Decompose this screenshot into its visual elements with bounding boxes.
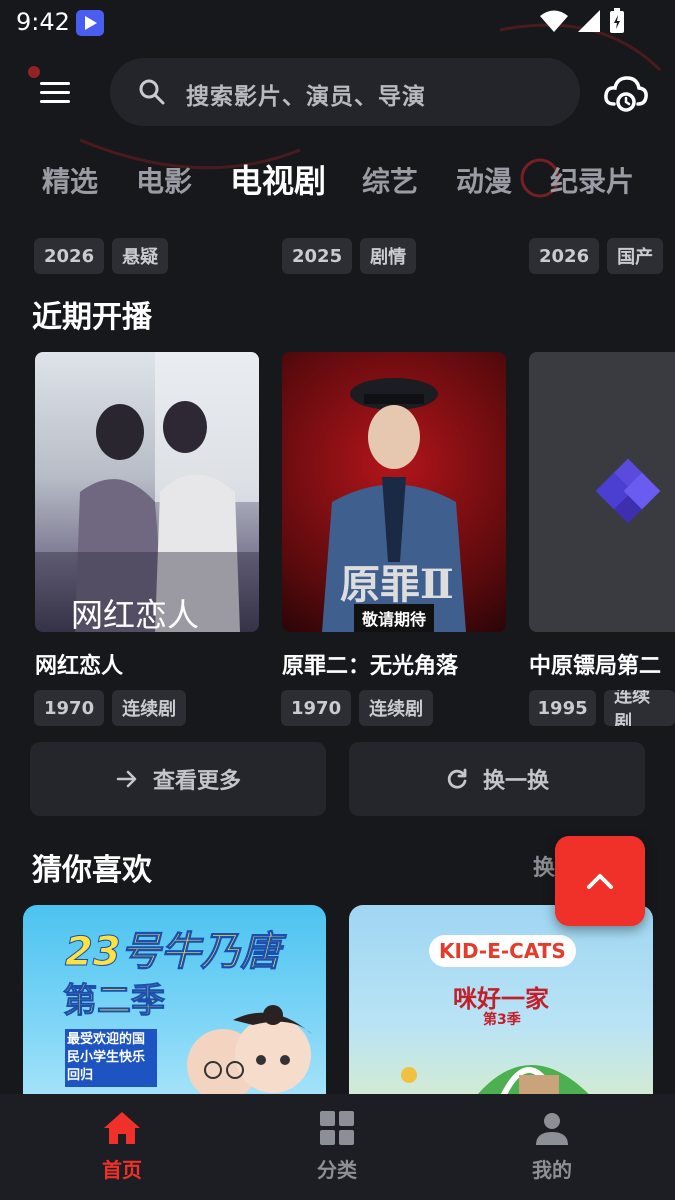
poster-title: KID-E-CATS <box>429 935 576 967</box>
battery-icon <box>610 8 624 33</box>
clipped-card-tags: 2026 国产 <box>529 238 664 274</box>
app-notification-icon <box>76 10 104 36</box>
tab-variety[interactable]: 综艺 <box>362 160 418 200</box>
refresh-label: 换一换 <box>482 769 549 794</box>
poster-subtitle: 第二季 <box>63 981 166 1022</box>
poster-image <box>401 1065 599 1105</box>
search-placeholder: 搜索影片、演员、导演 <box>186 84 426 110</box>
poster-caption: 网红恋人 <box>71 596 200 632</box>
nav-profile-label: 我的 <box>532 1158 572 1182</box>
view-more-label: 查看更多 <box>152 769 241 794</box>
category-tabs: 精选 电影 电视剧 综艺 动漫 纪录片 <box>0 152 675 208</box>
card-tags: 1970 连续剧 <box>281 690 434 726</box>
year-tag: 2025 <box>282 238 353 274</box>
section-title-upcoming: 近期开播 <box>32 300 152 335</box>
card-title[interactable]: 原罪二：无光角落 <box>282 648 458 680</box>
cloud-icon <box>604 76 648 112</box>
genre-tag: 连续剧 <box>604 690 675 726</box>
back-to-top-button[interactable] <box>555 836 645 926</box>
year-tag: 1995 <box>529 690 597 726</box>
status-bar: 9:42 <box>0 0 675 46</box>
year-tag: 1970 <box>34 690 105 726</box>
cloud-sync-button[interactable] <box>602 70 650 118</box>
view-more-button[interactable]: 查看更多 <box>30 742 326 816</box>
year-tag: 1970 <box>281 690 352 726</box>
placeholder-logo-icon <box>595 458 661 524</box>
genre-tag: 悬疑 <box>112 238 169 274</box>
home-icon <box>104 1112 140 1144</box>
tab-documentary[interactable]: 纪录片 <box>550 160 634 200</box>
year-tag: 2026 <box>34 238 105 274</box>
poster-text: 最受欢迎的国民小学生快乐回归 <box>65 1029 157 1087</box>
tab-anime[interactable]: 动漫 <box>456 160 512 200</box>
genre-tag: 国产 <box>607 238 664 274</box>
menu-button[interactable] <box>38 78 74 108</box>
nav-profile[interactable]: 我的 <box>492 1110 612 1183</box>
signal-icon <box>578 10 600 32</box>
bottom-navigation: 首页 分类 我的 <box>0 1094 675 1200</box>
chevron-up-icon <box>587 874 613 889</box>
poster-card[interactable]: 原罪Ⅱ 敬请期待 <box>282 352 506 632</box>
poster-card[interactable]: 23号牛乃唐 第二季 最受欢迎的国民小学生快乐回归 <box>23 905 326 1105</box>
arrow-right-icon <box>116 770 137 788</box>
nav-category[interactable]: 分类 <box>277 1110 397 1183</box>
guess-refresh-link[interactable]: 换 <box>533 850 555 882</box>
tab-movies[interactable]: 电影 <box>136 160 192 200</box>
refresh-button[interactable]: 换一换 <box>349 742 645 816</box>
card-title[interactable]: 网红恋人 <box>35 648 123 680</box>
status-time: 9:42 <box>16 8 70 36</box>
year-tag: 2026 <box>529 238 600 274</box>
tab-tv-series[interactable]: 电视剧 <box>230 156 326 202</box>
nav-home-label: 首页 <box>102 1158 142 1182</box>
poster-image <box>187 1005 313 1101</box>
poster-caption: 原罪Ⅱ <box>340 561 454 608</box>
poster-title: 23号牛乃唐 <box>65 929 282 976</box>
poster-card[interactable]: KID-E-CATS 咪好一家 第3季 <box>349 905 653 1105</box>
search-icon <box>139 79 165 105</box>
genre-tag: 剧情 <box>360 238 417 274</box>
poster-badge: 敬请期待 <box>354 604 435 632</box>
refresh-icon <box>447 768 467 789</box>
nav-category-label: 分类 <box>317 1158 357 1182</box>
genre-tag: 连续剧 <box>112 690 187 726</box>
card-tags: 1970 连续剧 <box>34 690 187 726</box>
poster-card[interactable] <box>529 352 675 632</box>
poster-card[interactable]: 网红恋人 <box>35 352 259 632</box>
genre-tag: 连续剧 <box>359 690 434 726</box>
clipped-card-tags: 2025 剧情 <box>282 238 417 274</box>
tab-featured[interactable]: 精选 <box>42 160 98 200</box>
nav-home[interactable]: 首页 <box>62 1110 182 1183</box>
card-title[interactable]: 中原镖局第二 <box>529 648 675 680</box>
search-bar[interactable]: 搜索影片、演员、导演 <box>110 58 580 126</box>
section-title-guess: 猜你喜欢 <box>32 853 152 888</box>
clipped-card-tags: 2026 悬疑 <box>34 238 169 274</box>
card-tags: 1995 连续剧 <box>529 690 675 726</box>
wifi-icon <box>540 10 568 32</box>
grid-icon <box>320 1111 354 1145</box>
user-icon <box>536 1113 568 1145</box>
